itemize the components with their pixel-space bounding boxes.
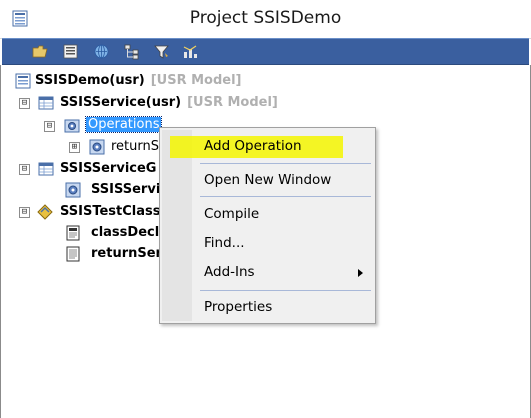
menu-item-label: Add Operation xyxy=(204,138,302,154)
project-icon xyxy=(15,73,31,89)
menu-item-label: Properties xyxy=(204,299,273,315)
tree-node-label: returnSer xyxy=(91,246,162,261)
menu-item-add-ins[interactable]: Add-Ins xyxy=(160,260,375,286)
expand-toggle[interactable]: ⊞ xyxy=(69,142,80,153)
tree-node-label: SSISService(usr) xyxy=(60,95,182,110)
collapse-toggle[interactable]: ⊟ xyxy=(19,164,30,175)
menu-separator xyxy=(200,290,371,291)
context-menu: Add Operation Open New Window Compile Fi… xyxy=(159,127,376,324)
menu-item-label: Open New Window xyxy=(204,172,332,188)
collapse-toggle[interactable]: ⊟ xyxy=(19,98,30,109)
tree-node-label: classDecla xyxy=(91,225,168,240)
operations-icon xyxy=(64,119,80,133)
chart-icon[interactable] xyxy=(182,43,199,60)
tree-node-return-op[interactable]: ⊞ returnS xyxy=(69,137,169,157)
tree-node-return-method[interactable]: returnSer xyxy=(65,244,165,264)
tree-node-service-group[interactable]: ⊟ SSISServiceG xyxy=(19,159,169,179)
tree-node-label: SSISServi xyxy=(91,182,161,197)
window-title: Project SSISDemo xyxy=(189,8,342,28)
project-window: Project SSISDemo SSISDemo(usr) [USR Mode… xyxy=(0,0,531,418)
tree-node-class-declaration[interactable]: classDecla xyxy=(65,223,168,243)
operation-icon xyxy=(89,139,105,155)
submenu-arrow-icon xyxy=(358,269,363,277)
operation-icon xyxy=(65,182,81,198)
menu-item-add-operation[interactable]: Add Operation xyxy=(160,134,375,160)
open-folder-icon[interactable] xyxy=(32,43,49,60)
globe-icon[interactable] xyxy=(93,43,110,60)
menu-item-label: Add-Ins xyxy=(204,264,255,280)
table-icon xyxy=(38,96,54,110)
filter-icon[interactable] xyxy=(153,43,170,60)
table-icon xyxy=(38,162,54,176)
tree-node-label: SSISServiceG xyxy=(60,161,157,176)
menu-item-label: Find... xyxy=(204,235,245,251)
collapse-toggle[interactable]: ⊟ xyxy=(44,121,55,132)
toolbar xyxy=(2,38,529,65)
tree-node-operations[interactable]: ⊟ Operations xyxy=(44,116,174,136)
tree-node-label: SSISDemo(usr) xyxy=(35,73,145,88)
menu-item-label: Compile xyxy=(204,206,260,222)
tree-node-label: SSISTestClass xyxy=(60,204,161,219)
properties-icon[interactable] xyxy=(62,43,79,60)
tree-node-project[interactable]: SSISDemo(usr) [USR Model] xyxy=(15,71,275,91)
tree-node-label: returnS xyxy=(111,139,160,154)
tree-node-test-class[interactable]: ⊟ SSISTestClass xyxy=(19,202,169,222)
model-tag: [USR Model] xyxy=(150,73,242,88)
menu-separator xyxy=(200,196,371,197)
menu-item-open-new-window[interactable]: Open New Window xyxy=(160,168,375,194)
title-bar: Project SSISDemo xyxy=(0,0,531,39)
tree-node-label: Operations xyxy=(84,116,163,133)
tree-node-service-ref[interactable]: SSISServi xyxy=(65,180,165,200)
model-tag: [USR Model] xyxy=(187,95,278,110)
menu-separator xyxy=(200,163,371,164)
code-document-icon xyxy=(66,246,80,262)
tree-node-service[interactable]: ⊟ SSISService(usr) [USR Model] xyxy=(19,93,289,113)
menu-item-properties[interactable]: Properties xyxy=(160,295,375,321)
collapse-toggle[interactable]: ⊟ xyxy=(19,207,30,218)
class-icon xyxy=(37,204,53,220)
menu-item-compile[interactable]: Compile xyxy=(160,202,375,228)
menu-item-find[interactable]: Find... xyxy=(160,231,375,257)
code-document-icon xyxy=(66,225,80,241)
hierarchy-icon[interactable] xyxy=(123,43,140,60)
